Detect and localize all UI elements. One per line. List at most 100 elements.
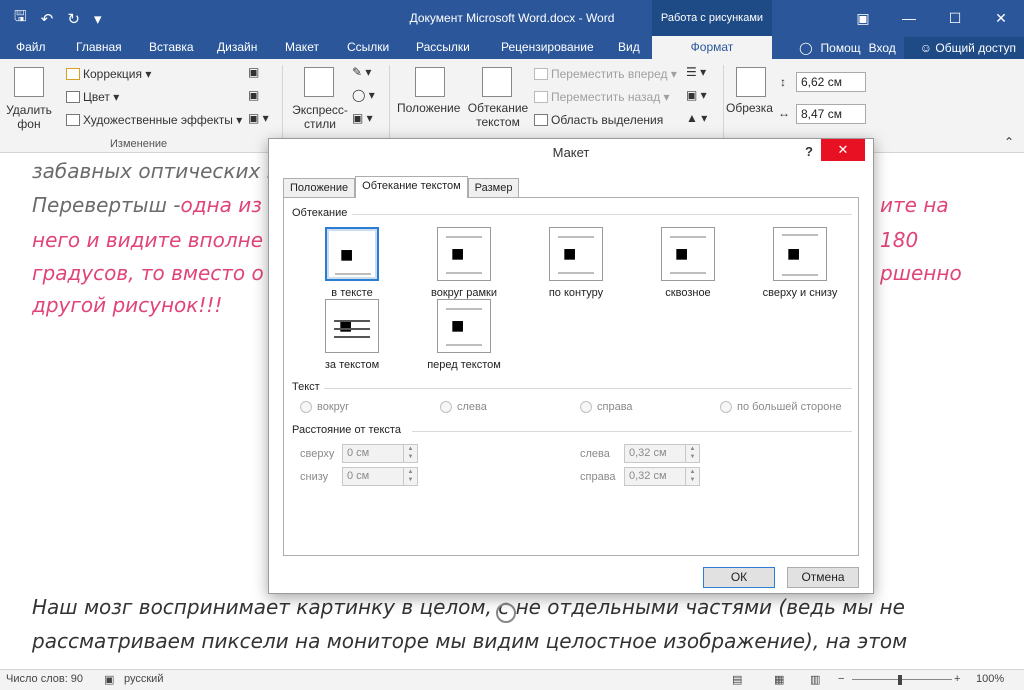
align-icon[interactable]: ☰ ▾ <box>686 65 706 79</box>
radio-right-only[interactable]: справа <box>580 401 633 413</box>
artistic-effects-button[interactable]: Художественные эффекты ▾ <box>66 113 242 127</box>
zoom-in-icon[interactable]: + <box>954 673 960 685</box>
picture-border-icon[interactable]: ✎ ▾ <box>352 65 371 79</box>
corrections-button[interactable]: Коррекция ▾ <box>66 67 151 81</box>
width-input[interactable]: 8,47 см <box>796 104 866 124</box>
remove-background-button[interactable]: Удалить фон <box>6 103 52 131</box>
artistic-effects-label: Художественные эффекты <box>83 113 233 127</box>
collapse-ribbon-icon[interactable]: ⌃ <box>1004 135 1014 149</box>
radio-left-only[interactable]: слева <box>440 401 487 413</box>
tab-position[interactable]: Положение <box>283 178 356 198</box>
web-layout-icon[interactable]: ▥ <box>810 673 820 686</box>
wrap-text-icon[interactable] <box>482 67 512 97</box>
quick-styles-button[interactable]: Экспресс-стили <box>290 103 350 131</box>
crop-icon[interactable] <box>736 67 766 97</box>
language-indicator[interactable]: русский <box>124 673 163 685</box>
change-picture-icon[interactable]: ▣ <box>248 88 259 102</box>
tab-text-wrapping[interactable]: Обтекание текстом <box>355 176 468 198</box>
zoom-thumb[interactable] <box>898 675 902 685</box>
tab-insert[interactable]: Вставка <box>139 36 204 59</box>
wrap-option-top-bottom[interactable]: ■ сверху и снизу <box>750 227 850 299</box>
position-button[interactable]: Положение <box>397 101 460 115</box>
doc-line-right: ршенно <box>880 261 962 285</box>
share-button[interactable]: ☺ Общий доступ <box>903 36 1024 59</box>
distance-bottom-input[interactable]: 0 см ▲ ▼ <box>342 467 418 486</box>
tab-references[interactable]: Ссылки <box>337 36 399 59</box>
reset-picture-icon[interactable]: ▣ ▾ <box>248 111 269 125</box>
tab-view[interactable]: Вид <box>608 36 650 59</box>
wrap-option-tight[interactable]: ■ по контуру <box>526 227 626 299</box>
print-layout-icon[interactable]: ▦ <box>774 673 784 686</box>
send-backward-button[interactable]: Переместить назад ▾ <box>534 90 670 104</box>
zoom-slider[interactable] <box>852 679 952 680</box>
send-backward-label: Переместить назад <box>551 90 661 104</box>
word-count[interactable]: Число слов: 90 <box>6 673 83 685</box>
line-decor <box>558 236 594 238</box>
ribbon-display-icon[interactable]: ▣ <box>840 0 886 36</box>
tell-me-box[interactable]: Помощ <box>821 41 861 55</box>
doc-line: Перевертыш -одна из о <box>32 193 280 217</box>
color-icon <box>66 91 80 103</box>
position-icon[interactable] <box>415 67 445 97</box>
spinner-icon[interactable]: ▲ ▼ <box>403 468 417 485</box>
wrap-behind-icon: ■ <box>325 299 379 353</box>
spinner-icon[interactable]: ▲ ▼ <box>685 468 699 485</box>
wrap-option-in-front[interactable]: ■ перед текстом <box>414 299 514 371</box>
radio-largest-only[interactable]: по большей стороне <box>720 401 842 413</box>
distance-top-input[interactable]: 0 см ▲ ▼ <box>342 444 418 463</box>
wrap-text-button[interactable]: Обтекание текстом <box>467 101 529 129</box>
proofing-icon[interactable]: ▣ <box>104 673 114 686</box>
bring-forward-button[interactable]: Переместить вперед ▾ <box>534 67 677 81</box>
status-bar: Число слов: 90 ▣ русский ▤ ▦ ▥ − + 100% <box>0 669 1024 690</box>
dialog-close-button[interactable]: ✕ <box>821 139 865 161</box>
selection-pane-button[interactable]: Область выделения <box>534 113 663 127</box>
wrap-option-square[interactable]: ■ вокруг рамки <box>414 227 514 299</box>
divider <box>352 214 852 215</box>
zoom-level[interactable]: 100% <box>976 673 1004 685</box>
color-button[interactable]: Цвет ▾ <box>66 90 119 104</box>
wrap-top-bottom-icon: ■ <box>773 227 827 281</box>
maximize-icon[interactable]: ☐ <box>932 0 978 36</box>
tab-file[interactable]: Файл <box>6 36 56 59</box>
close-icon[interactable]: ✕ <box>978 0 1024 36</box>
tab-mailings[interactable]: Рассылки <box>406 36 480 59</box>
tab-layout[interactable]: Макет <box>275 36 329 59</box>
tab-home[interactable]: Главная <box>66 36 132 59</box>
spinner-icon[interactable]: ▲ ▼ <box>403 445 417 462</box>
tab-format[interactable]: Формат <box>652 36 772 59</box>
ok-button[interactable]: ОК <box>703 567 775 588</box>
crop-button[interactable]: Обрезка <box>726 101 773 115</box>
dialog-panel: Обтекание ■ в тексте ■ вокруг рамки ■ по… <box>283 197 859 556</box>
zoom-out-icon[interactable]: − <box>838 673 844 685</box>
rotate-handle-icon[interactable] <box>496 603 516 623</box>
read-mode-icon[interactable]: ▤ <box>732 673 742 686</box>
doc-line: Наш мозг воспринимает картинку в целом, … <box>32 595 905 619</box>
radio-label: по большей стороне <box>737 401 842 413</box>
sign-in-link[interactable]: Вход <box>869 41 896 55</box>
distance-left-input[interactable]: 0,32 см ▲ ▼ <box>624 444 700 463</box>
wrap-option-label: за текстом <box>324 359 380 371</box>
height-input[interactable]: 6,62 см <box>796 72 866 92</box>
remove-background-icon[interactable] <box>14 67 44 97</box>
distance-right-input[interactable]: 0,32 см ▲ ▼ <box>624 467 700 486</box>
help-icon[interactable]: ? <box>805 144 813 159</box>
wrap-option-behind[interactable]: ■ за текстом <box>302 299 402 371</box>
doc-line: другой рисунок!!! <box>32 293 223 317</box>
spinner-icon[interactable]: ▲ ▼ <box>685 445 699 462</box>
tab-size[interactable]: Размер <box>467 178 520 198</box>
minimize-icon[interactable]: — <box>886 0 932 36</box>
tab-review[interactable]: Рецензирование <box>491 36 604 59</box>
picture-layout-icon[interactable]: ▣ ▾ <box>352 111 373 125</box>
picture-effects-icon[interactable]: ◯ ▾ <box>352 88 375 102</box>
wrap-option-through[interactable]: ■ сквозное <box>638 227 738 299</box>
cancel-button[interactable]: Отмена <box>787 567 859 588</box>
group-icon[interactable]: ▣ ▾ <box>686 88 707 102</box>
quick-styles-icon[interactable] <box>304 67 334 97</box>
rotate-icon[interactable]: ▲ ▾ <box>686 111 707 125</box>
tab-design[interactable]: Дизайн <box>207 36 267 59</box>
wrap-option-inline[interactable]: ■ в тексте <box>302 227 402 299</box>
section-wrapping-style: Обтекание <box>292 207 348 219</box>
compress-pictures-icon[interactable]: ▣ <box>248 65 259 79</box>
share-label: Общий доступ <box>935 40 1016 55</box>
radio-both-sides[interactable]: вокруг <box>300 401 349 413</box>
